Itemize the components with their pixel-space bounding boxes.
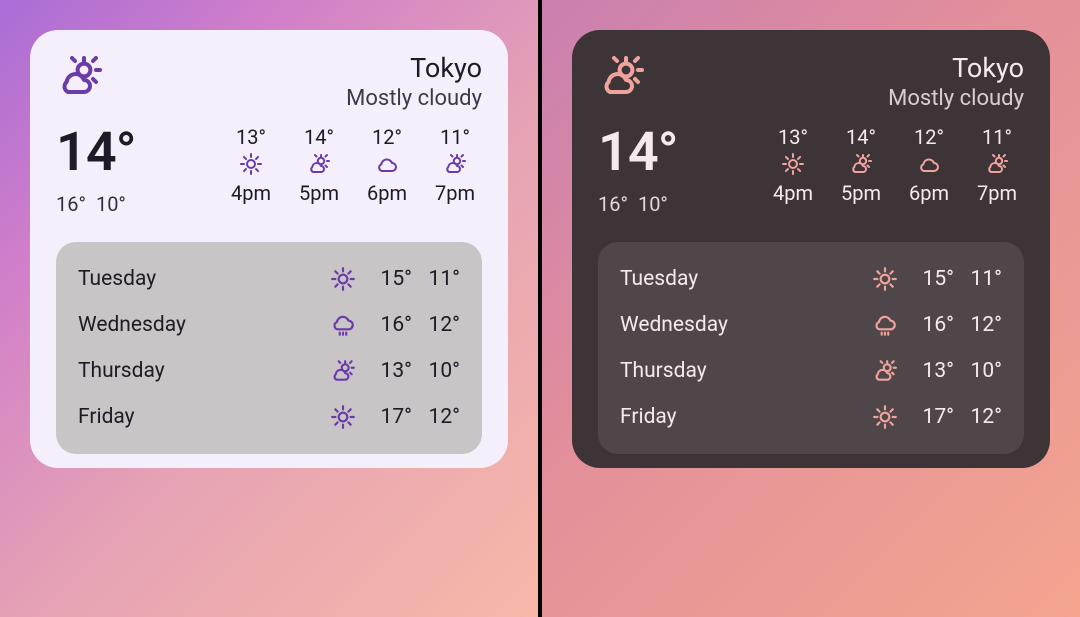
day-high: 13° [364,359,412,383]
current-high: 16° [56,192,86,216]
hour-temp: 12° [902,125,956,149]
current-condition-icon [56,52,104,100]
day-icon [872,404,906,430]
hour-icon [224,151,278,177]
daily-row: Tuesday 15°11° [620,256,1002,302]
current-temp: 14° [56,121,136,184]
hour-slot: 13° 4pm [224,125,278,205]
day-icon [330,312,364,338]
day-high: 13° [906,359,954,383]
day-low: 12° [412,313,460,337]
current-temp: 14° [598,121,678,184]
day-low: 10° [412,359,460,383]
day-high: 17° [906,405,954,429]
hour-slot: 14° 5pm [292,125,346,205]
daily-forecast: Tuesday15°11°Wednesday16°12°Thursday13°1… [56,242,482,454]
hour-slot: 12° 6pm [902,125,956,205]
day-low: 10° [954,359,1002,383]
hour-icon [428,151,482,177]
day-icon [872,266,906,292]
hour-temp: 14° [834,125,888,149]
hour-icon [292,151,346,177]
hour-icon [970,151,1024,177]
current-condition-icon [598,52,646,100]
day-label: Tuesday [78,267,330,291]
hour-temp: 12° [360,125,414,149]
daily-row: Thursday 13°10° [78,348,460,394]
day-icon [330,266,364,292]
weather-card[interactable]: Tokyo Mostly cloudy 14° 16°10° 13°4pm14°… [572,30,1050,468]
day-high: 17° [364,405,412,429]
hour-temp: 11° [970,125,1024,149]
hour-label: 6pm [360,181,414,205]
hour-icon [360,151,414,177]
daily-row: Wednesday 16°12° [620,302,1002,348]
hour-temp: 11° [428,125,482,149]
current-low: 10° [96,192,126,216]
hour-label: 5pm [834,181,888,205]
hour-icon [766,151,820,177]
city-label: Tokyo [346,52,482,84]
day-high: 16° [364,313,412,337]
hour-label: 4pm [766,181,820,205]
daily-row: Thursday 13°10° [620,348,1002,394]
condition-label: Mostly cloudy [888,86,1024,111]
hour-label: 6pm [902,181,956,205]
day-icon [872,358,906,384]
day-high: 16° [906,313,954,337]
daily-row: Friday 17°12° [78,394,460,440]
hour-slot: 12° 6pm [360,125,414,205]
day-label: Thursday [620,359,872,383]
hour-label: 5pm [292,181,346,205]
day-low: 12° [954,405,1002,429]
day-label: Tuesday [620,267,872,291]
day-label: Friday [78,405,330,429]
day-low: 12° [954,313,1002,337]
hour-slot: 13° 4pm [766,125,820,205]
day-label: Friday [620,405,872,429]
day-low: 11° [412,267,460,291]
condition-label: Mostly cloudy [346,86,482,111]
hour-slot: 11° 7pm [970,125,1024,205]
day-low: 11° [954,267,1002,291]
hour-icon [834,151,888,177]
hour-slot: 14° 5pm [834,125,888,205]
day-label: Thursday [78,359,330,383]
hour-temp: 13° [224,125,278,149]
hour-label: 4pm [224,181,278,205]
day-high: 15° [364,267,412,291]
day-icon [872,312,906,338]
hour-label: 7pm [428,181,482,205]
hourly-forecast: 13° 4pm 14° 5pm 12° 6pm 11° 7pm [224,125,482,205]
city-label: Tokyo [888,52,1024,84]
current-high: 16° [598,192,628,216]
day-label: Wednesday [620,313,872,337]
day-icon [330,404,364,430]
current-low: 10° [638,192,668,216]
day-icon [330,358,364,384]
hour-temp: 13° [766,125,820,149]
hourly-forecast: 13° 4pm 14° 5pm 12° 6pm 11° 7pm [766,125,1024,205]
day-low: 12° [412,405,460,429]
daily-row: Friday 17°12° [620,394,1002,440]
weather-panel-dark: Tokyo Mostly cloudy 14° 16°10° 13°4pm14°… [540,0,1080,617]
hour-icon [902,151,956,177]
daily-forecast: Tuesday15°11°Wednesday16°12°Thursday13°1… [598,242,1024,454]
day-high: 15° [906,267,954,291]
hour-temp: 14° [292,125,346,149]
weather-card[interactable]: Tokyo Mostly cloudy 14° 16°10° 13°4pm14°… [30,30,508,468]
hour-slot: 11° 7pm [428,125,482,205]
daily-row: Tuesday 15°11° [78,256,460,302]
daily-row: Wednesday 16°12° [78,302,460,348]
weather-panel-light: Tokyo Mostly cloudy 14° 16°10° 13°4pm14°… [0,0,540,617]
hour-label: 7pm [970,181,1024,205]
day-label: Wednesday [78,313,330,337]
